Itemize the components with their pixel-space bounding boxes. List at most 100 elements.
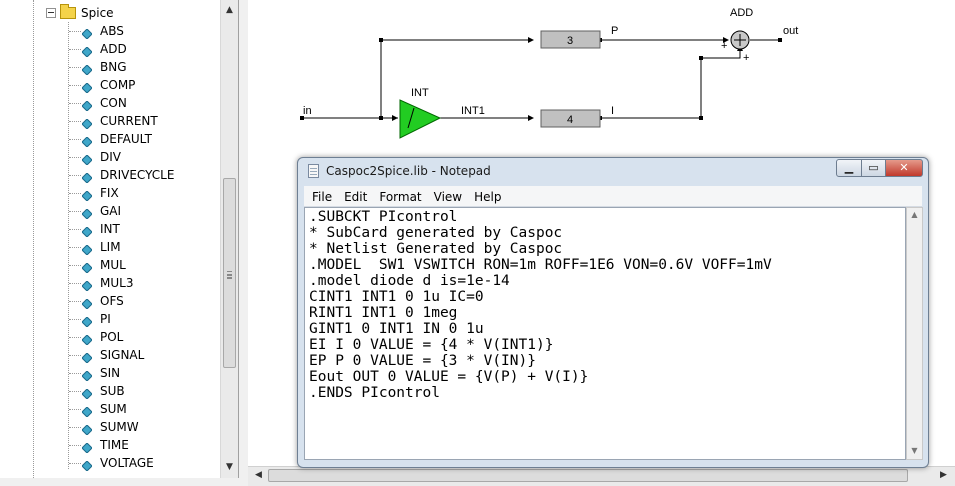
tree-item-bng[interactable]: BNG — [0, 58, 220, 76]
tree-item-label: SIGNAL — [100, 348, 145, 362]
tree-item-label: BNG — [100, 60, 127, 74]
menu-edit[interactable]: Edit — [340, 187, 371, 207]
tree-item-drivecycle[interactable]: DRIVECYCLE — [0, 166, 220, 184]
menu-bar: File Edit Format View Help — [304, 186, 922, 207]
label-int1: INT1 — [461, 105, 485, 117]
tree-item-time[interactable]: TIME — [0, 436, 220, 454]
component-tree[interactable]: Spice ABS ADD BNG COMP CON CURRENT DEFAULT DIV D… — [0, 0, 239, 478]
text-line: .model diode d is=1e-14 — [309, 273, 510, 289]
tree-item-label: LIM — [100, 240, 121, 254]
scroll-left-icon[interactable]: ◀ — [250, 467, 267, 484]
text-editor[interactable]: .SUBCKT PIcontrol * SubCard generated by … — [304, 207, 906, 460]
tree-connector — [69, 301, 81, 302]
menu-help[interactable]: Help — [470, 187, 505, 207]
tree-item-pol[interactable]: POL — [0, 328, 220, 346]
tree-item-div[interactable]: DIV — [0, 148, 220, 166]
tree-item-int[interactable]: INT — [0, 220, 220, 238]
tree-item-pi[interactable]: PI — [0, 310, 220, 328]
text-line: EP P 0 VALUE = {3 * V(IN)} — [309, 353, 536, 369]
tree-item-lim[interactable]: LIM — [0, 238, 220, 256]
label-p: P — [611, 25, 618, 37]
minimize-button[interactable]: ▁ — [836, 159, 862, 177]
tree-connector — [69, 31, 81, 32]
tree-item-add[interactable]: ADD — [0, 40, 220, 58]
scrollbar-thumb[interactable] — [223, 178, 236, 368]
arrow-icon — [392, 115, 398, 121]
tree-connector — [69, 337, 81, 338]
scroll-up-icon[interactable]: ▲ — [221, 2, 238, 19]
tree-item-sin[interactable]: SIN — [0, 364, 220, 382]
menu-view[interactable]: View — [430, 187, 466, 207]
tree-connector — [69, 85, 81, 86]
text-line: * Netlist Generated by Caspoc — [309, 241, 563, 257]
node-dot — [379, 116, 383, 120]
tree-item-voltage[interactable]: VOLTAGE — [0, 454, 220, 472]
tree-connector — [69, 211, 81, 212]
collapse-icon[interactable] — [46, 8, 56, 18]
node-dot — [699, 116, 703, 120]
tree-connector — [69, 229, 81, 230]
tree-item-abs[interactable]: ABS — [0, 22, 220, 40]
text-line: .MODEL SW1 VSWITCH RON=1m ROFF=1E6 VON=0… — [309, 257, 772, 273]
folder-icon — [60, 4, 76, 19]
maximize-button[interactable]: ▭ — [861, 159, 886, 177]
tree-item-mul3[interactable]: MUL3 — [0, 274, 220, 292]
menu-format[interactable]: Format — [375, 187, 425, 207]
tree-scrollbar[interactable]: ▲ ▼ — [220, 0, 238, 478]
editor-content[interactable]: .SUBCKT PIcontrol * SubCard generated by … — [305, 208, 905, 402]
text-line: * SubCard generated by Caspoc — [309, 225, 563, 241]
tree-item-label: SIN — [100, 366, 121, 380]
scroll-down-icon[interactable]: ▼ — [221, 459, 238, 476]
notepad-window[interactable]: Caspoc2Spice.lib - Notepad ▁ ▭ ✕ File Edi… — [297, 157, 929, 468]
component-icon — [81, 458, 93, 472]
tree-item-label: DRIVECYCLE — [100, 168, 175, 182]
tree-connector — [69, 193, 81, 194]
integrator-block[interactable] — [399, 99, 442, 139]
editor-scrollbar[interactable]: ▲ ▼ — [906, 207, 923, 460]
tree-item-label: MUL3 — [100, 276, 134, 290]
tree-item-label: FIX — [100, 186, 119, 200]
label-in: in — [303, 105, 312, 117]
tree-item-current[interactable]: CURRENT — [0, 112, 220, 130]
tree-item-label: SUB — [100, 384, 125, 398]
scrollbar-thumb[interactable] — [268, 469, 908, 482]
tree-item-signal[interactable]: SIGNAL — [0, 346, 220, 364]
component-icon — [81, 170, 93, 184]
tree-item-label: VOLTAGE — [100, 456, 154, 470]
scroll-down-icon[interactable]: ▼ — [907, 446, 922, 455]
tree-item-con[interactable]: CON — [0, 94, 220, 112]
gain-block-i[interactable]: 4 — [540, 109, 601, 128]
label-i: I — [611, 105, 614, 117]
add-block[interactable] — [730, 30, 750, 50]
tree-connector — [69, 373, 81, 374]
component-icon — [81, 242, 93, 256]
gain-block-p[interactable]: 3 — [540, 30, 601, 49]
text-line: RINT1 INT1 0 1meg — [309, 305, 458, 321]
tree-item-ofs[interactable]: OFS — [0, 292, 220, 310]
tree-item-default[interactable]: DEFAULT — [0, 130, 220, 148]
tree-item-sub[interactable]: SUB — [0, 382, 220, 400]
tree-node-spice[interactable]: Spice — [0, 4, 220, 22]
scroll-up-icon[interactable]: ▲ — [907, 210, 922, 219]
tree-item-comp[interactable]: COMP — [0, 76, 220, 94]
tree-item-sumw[interactable]: SUMW — [0, 418, 220, 436]
tree-connector — [69, 463, 81, 464]
node-dot — [778, 38, 782, 42]
tree-connector — [69, 391, 81, 392]
menu-file[interactable]: File — [308, 187, 336, 207]
tree-item-label: ABS — [100, 24, 124, 38]
tree-item-mul[interactable]: MUL — [0, 256, 220, 274]
close-button[interactable]: ✕ — [885, 159, 923, 177]
arrow-icon — [528, 115, 534, 121]
component-icon — [81, 62, 93, 76]
canvas-hscrollbar[interactable]: ◀ ▶ — [248, 466, 955, 486]
tree-connector — [69, 103, 81, 104]
scroll-right-icon[interactable]: ▶ — [935, 467, 952, 484]
tree-item-gai[interactable]: GAI — [0, 202, 220, 220]
component-icon — [81, 206, 93, 220]
notepad-icon — [308, 164, 319, 178]
label-plus: + — [743, 52, 749, 64]
tree-item-label: COMP — [100, 78, 136, 92]
tree-item-fix[interactable]: FIX — [0, 184, 220, 202]
tree-item-sum[interactable]: SUM — [0, 400, 220, 418]
